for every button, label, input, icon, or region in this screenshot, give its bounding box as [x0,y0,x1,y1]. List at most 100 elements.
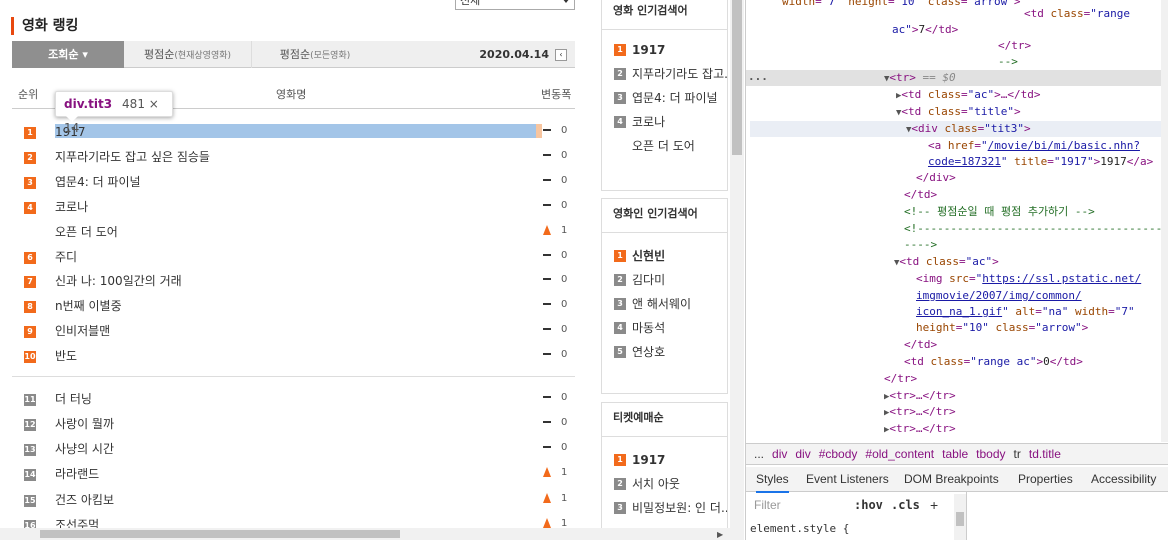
dom-node-line[interactable]: </tr> [998,38,1031,54]
dom-node-line[interactable]: ▼<td class="ac"> [894,254,999,270]
table-row[interactable]: 7 신과 나: 100일간의 거래 0 [12,270,575,292]
breadcrumb-item[interactable]: div [772,447,787,461]
add-rule-button[interactable]: + [930,492,938,518]
breadcrumb-item[interactable]: #old_content [865,447,934,461]
breadcrumb-item[interactable]: ... [754,447,764,461]
dom-node-line[interactable]: </div> [916,170,956,186]
breadcrumb-item[interactable]: tbody [976,447,1005,461]
movie-title-link[interactable]: 엽문4: 더 파이널 [55,173,141,191]
table-row[interactable]: 3 엽문4: 더 파이널 0 [12,171,575,193]
dom-node-line[interactable]: ▶<tr>…</tr> [884,404,956,420]
sidebar-list-item[interactable]: 1 1917 [602,38,727,62]
table-row[interactable]: 15 건즈 아킴보 1 [12,489,575,511]
movie-title-link[interactable]: n번째 이별중 [55,297,122,315]
dom-node-line[interactable]: icon_na_1.gif" alt="na" width="7" [916,304,1135,320]
movie-title-link[interactable]: 코로나 [55,198,88,216]
table-row[interactable]: 9 인비저블맨 0 [12,320,575,342]
sidebar-list-item[interactable]: 3 앤 해서웨이 [602,292,727,316]
cls-toggle[interactable]: .cls [891,492,920,518]
table-row[interactable]: 14 라라랜드 1 [12,463,575,485]
scrollbar-thumb[interactable] [732,0,742,155]
sidebar-list-item[interactable]: 2 지푸라기라도 잡고... [602,62,727,86]
node-ellipsis[interactable]: ... [748,70,768,83]
rank-badge: 6 [24,252,36,264]
dom-node-line[interactable]: <td class="range ac">0</td> [904,354,1083,370]
table-row[interactable]: 11 더 터닝 0 [12,388,575,410]
dom-node-line[interactable]: </td> [904,187,937,203]
breadcrumb-item[interactable]: #cbody [819,447,858,461]
breadcrumb-item[interactable]: tr [1014,447,1021,461]
movie-title-link[interactable]: 인비저블맨 [55,322,110,340]
dom-node-line[interactable]: ▼<div class="tit3"> [906,121,1031,137]
movie-title-link[interactable]: 건즈 아킴보 [55,491,114,509]
table-row[interactable]: 119170 [12,121,575,143]
movie-title-link[interactable]: 지푸라기라도 잡고 싶은 짐승들 [55,148,210,166]
breadcrumb-item[interactable]: td.title [1029,447,1061,461]
sidebar-list-item[interactable]: 4 마동석 [602,316,727,340]
scroll-right-icon[interactable]: ▶ [717,530,723,539]
sidebar-list-item[interactable]: 1 1917 [602,448,727,472]
table-row[interactable]: 10 반도 0 [12,345,575,367]
dom-node-line[interactable]: </tr> [884,371,917,387]
dom-node-line[interactable]: ▶<tr>…</tr> [884,388,956,404]
dom-node-line[interactable]: ▶<tr>…</tr> [884,421,956,437]
scrollbar-thumb[interactable] [40,530,400,538]
dom-node-line[interactable]: ▼<tr> == $0 [884,70,956,86]
sidebar-list-item[interactable]: 2 서치 아웃 [602,472,727,496]
movie-title-link[interactable]: 주디 [55,248,77,266]
table-row[interactable]: 오픈 더 도어 1 [12,221,575,243]
tab-accessibility[interactable]: Accessibility [1091,467,1156,491]
dom-node-line[interactable]: ----> [904,237,937,253]
element-style-rule[interactable]: element.style { [750,522,849,535]
dom-node-line[interactable]: height="10" class="arrow"> [916,320,1088,336]
dom-node-line[interactable]: <td class="range [1024,6,1130,22]
movie-title-link[interactable]: 사랑이 뭘까 [55,415,114,433]
dom-node-line[interactable]: ac">7</td> [892,22,958,38]
breadcrumb-item[interactable]: table [942,447,968,461]
movie-title-link[interactable]: 라라랜드 [55,465,99,483]
dom-node-line[interactable]: <img src="https://ssl.pstatic.net/ [916,271,1141,287]
sidebar-list-item[interactable]: 3 엽문4: 더 파이널 [602,86,727,110]
movie-title-link[interactable]: 사냥의 시간 [55,440,114,458]
sidebar-list-item[interactable]: 4 코로나 [602,110,727,134]
tab-rating-all[interactable]: 평점순(모든영화) [251,41,378,68]
dom-node-line[interactable]: code=187321" title="1917">1917</a> [928,154,1153,170]
movie-title-link[interactable]: 더 터닝 [55,390,92,408]
sidebar-list-item[interactable]: 5 연상호 [602,340,727,364]
table-row[interactable]: 13 사냥의 시간 0 [12,438,575,460]
movie-title-link[interactable]: 신과 나: 100일간의 거래 [55,272,182,290]
tab-properties[interactable]: Properties [1018,467,1073,491]
scrollbar-thumb[interactable] [956,512,964,526]
tab-rating-current[interactable]: 평점순(현재상영영화) [124,41,251,68]
dom-node-line[interactable]: --> [998,54,1018,70]
sidebar-list-item[interactable]: 2 김다미 [602,268,727,292]
tab-dom-breakpoints[interactable]: DOM Breakpoints [904,467,999,491]
dom-node-line[interactable]: ▶<td class="ac">…</td> [896,87,1041,103]
sidebar-list-item[interactable]: 3 비밀정보원: 인 더... [602,496,727,520]
dom-node-line[interactable]: width="7" height="10" class="arrow"> [782,0,1020,10]
tab-styles[interactable]: Styles [756,467,789,493]
movie-title-link[interactable]: 오픈 더 도어 [55,223,118,241]
sidebar-list-item[interactable]: 오픈 더 도어 [602,134,727,158]
dom-node-line[interactable]: <!-------------------------------------- [904,221,1168,237]
table-row[interactable]: 4 코로나 0 [12,196,575,218]
prev-date-button[interactable]: ‹ [555,49,567,61]
filter-input[interactable]: Filter [754,492,781,518]
movie-title-link[interactable]: 반도 [55,347,77,365]
tab-event-listeners[interactable]: Event Listeners [806,467,889,491]
dom-node-line[interactable]: ▼<td class="title"> [896,104,1021,120]
dom-node-line[interactable]: <!-- 평점순일 때 평점 추가하기 --> [904,204,1095,220]
hov-toggle[interactable]: :hov [854,492,883,518]
genre-select[interactable]: 전체 [455,0,575,10]
table-row[interactable]: 2 지푸라기라도 잡고 싶은 짐승들 0 [12,146,575,168]
dom-node-line[interactable]: <a href="/movie/bi/mi/basic.nhn? [928,138,1140,154]
table-row[interactable]: 8 n번째 이별중 0 [12,295,575,317]
table-row[interactable]: 12 사랑이 뭘까 0 [12,413,575,435]
dom-node-line[interactable]: imgmovie/2007/img/common/ [916,288,1082,304]
dom-scrollbar[interactable] [1161,0,1168,442]
tab-views[interactable]: 조회순 ▾ [12,41,124,68]
sidebar-list-item[interactable]: 1 신현빈 [602,244,727,268]
dom-node-line[interactable]: </td> [904,337,937,353]
table-row[interactable]: 6 주디 0 [12,246,575,268]
breadcrumb-item[interactable]: div [795,447,810,461]
